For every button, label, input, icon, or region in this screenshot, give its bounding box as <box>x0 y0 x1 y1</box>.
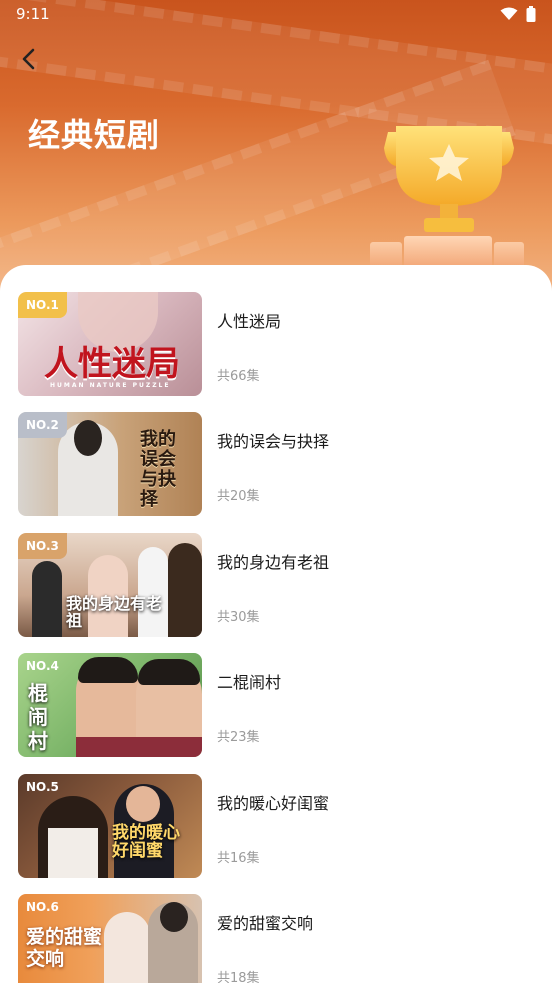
poster-thumbnail[interactable]: 棍闹村 NO.4 <box>18 653 202 758</box>
list-item[interactable]: 我的误会与抉择 NO.2 我的误会与抉择 共20集 <box>0 412 552 532</box>
episode-count: 共23集 <box>217 730 260 746</box>
rank-badge: NO.3 <box>18 532 67 559</box>
episode-count: 共18集 <box>217 970 260 983</box>
list-item[interactable]: 我的身边有老祖 NO.3 我的身边有老祖 共30集 <box>0 532 552 653</box>
rank-badge: NO.5 <box>26 779 59 794</box>
status-icons <box>500 6 536 22</box>
drama-info: 我的误会与抉择 共20集 <box>217 412 552 516</box>
poster-thumbnail[interactable]: 爱的甜蜜交响 NO.6 <box>18 893 202 983</box>
screen: 9:11 经典短剧 人性迷局 HUMAN NATURE PUZZLE NO.1 … <box>0 0 552 983</box>
drama-title[interactable]: 爱的甜蜜交响 <box>217 910 313 934</box>
drama-info: 人性迷局 共66集 <box>217 292 552 396</box>
list-item[interactable]: 人性迷局 HUMAN NATURE PUZZLE NO.1 人性迷局 共66集 <box>0 292 552 412</box>
status-bar: 9:11 <box>0 0 552 28</box>
poster-title: 我的暖心好闺蜜 <box>112 822 180 861</box>
poster-title: 棍闹村 <box>28 681 48 754</box>
poster-title: 人性迷局 <box>44 344 180 384</box>
drama-title[interactable]: 人性迷局 <box>217 308 281 332</box>
rank-badge: NO.2 <box>18 412 67 439</box>
poster-title: 我的身边有老祖 <box>66 593 163 630</box>
rank-badge: NO.4 <box>26 659 59 674</box>
poster-title: 爱的甜蜜交响 <box>26 925 103 970</box>
chevron-left-icon <box>22 48 35 70</box>
poster-thumbnail[interactable]: 我的误会与抉择 NO.2 <box>18 412 202 517</box>
battery-icon <box>526 6 536 22</box>
drama-title[interactable]: 我的误会与抉择 <box>217 428 329 452</box>
back-button[interactable] <box>14 44 44 74</box>
rank-badge: NO.1 <box>18 292 67 318</box>
poster-thumbnail[interactable]: 我的暖心好闺蜜 NO.5 <box>18 773 202 878</box>
page-title: 经典短剧 <box>28 116 161 154</box>
episode-count: 共30集 <box>217 609 260 625</box>
poster-thumbnail[interactable]: 我的身边有老祖 NO.3 <box>18 532 202 637</box>
drama-info: 我的暖心好闺蜜 共16集 <box>217 774 552 878</box>
drama-list: 人性迷局 HUMAN NATURE PUZZLE NO.1 人性迷局 共66集 … <box>0 265 552 983</box>
episode-count: 共20集 <box>217 489 260 505</box>
drama-title[interactable]: 二棍闹村 <box>217 669 281 693</box>
trophy-icon <box>370 126 524 268</box>
drama-info: 二棍闹村 共23集 <box>217 653 552 757</box>
rank-badge: NO.6 <box>26 899 59 914</box>
status-time: 9:11 <box>16 5 50 23</box>
poster-title: 我的误会与抉择 <box>140 429 176 511</box>
header-banner: 9:11 经典短剧 <box>0 0 552 300</box>
drama-info: 爱的甜蜜交响 共18集 <box>217 894 552 983</box>
list-item[interactable]: 我的暖心好闺蜜 NO.5 我的暖心好闺蜜 共16集 <box>0 773 552 894</box>
list-item[interactable]: 爱的甜蜜交响 NO.6 爱的甜蜜交响 共18集 <box>0 893 552 983</box>
drama-title[interactable]: 我的身边有老祖 <box>217 549 329 573</box>
episode-count: 共16集 <box>217 850 260 866</box>
poster-subtitle: HUMAN NATURE PUZZLE <box>50 382 171 389</box>
drama-info: 我的身边有老祖 共30集 <box>217 533 552 637</box>
list-item[interactable]: 棍闹村 NO.4 二棍闹村 共23集 <box>0 653 552 773</box>
poster-thumbnail[interactable]: 人性迷局 HUMAN NATURE PUZZLE NO.1 <box>18 292 202 396</box>
wifi-icon <box>500 7 518 20</box>
drama-title[interactable]: 我的暖心好闺蜜 <box>217 790 329 814</box>
episode-count: 共66集 <box>217 369 260 384</box>
